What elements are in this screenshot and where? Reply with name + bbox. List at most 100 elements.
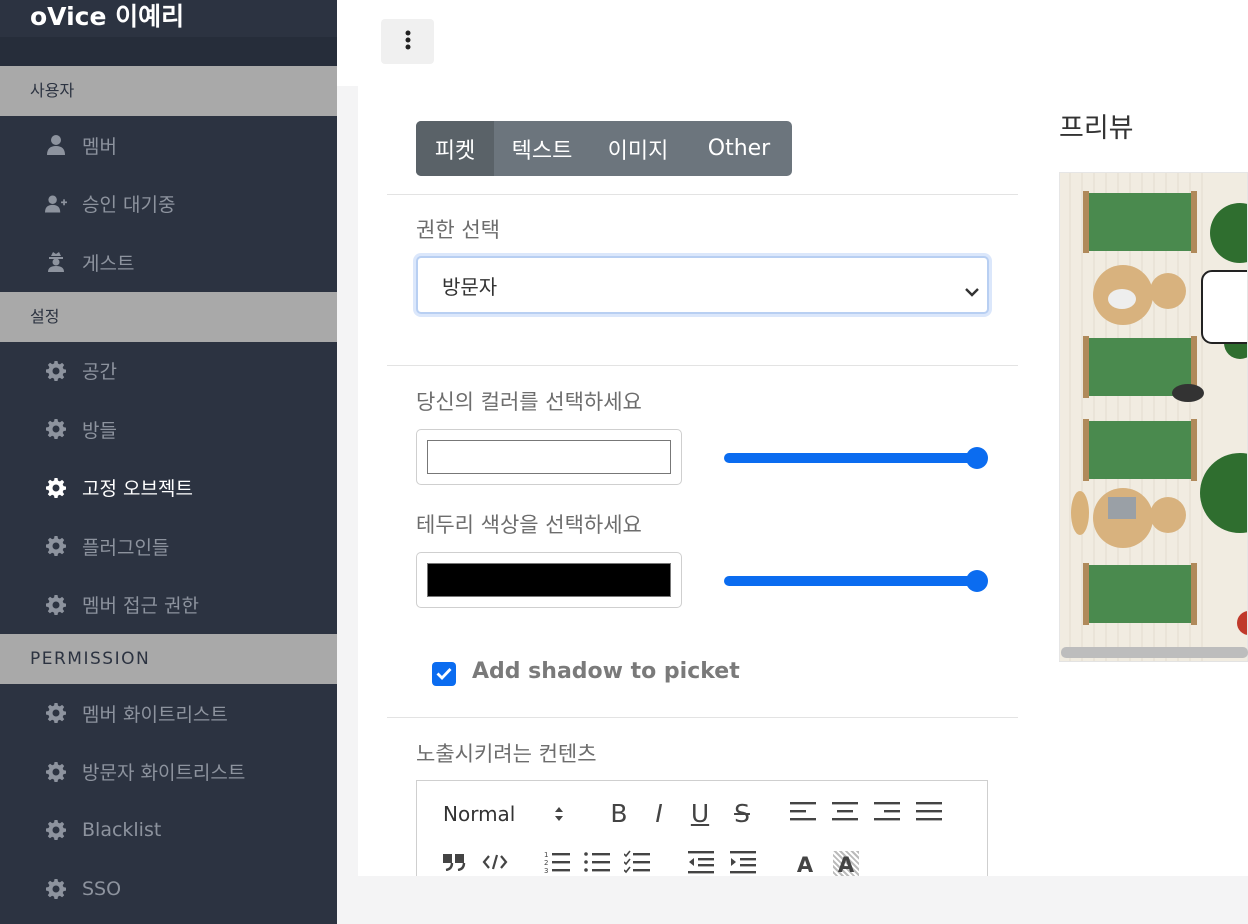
- tab-picket[interactable]: 피켓: [416, 121, 494, 176]
- sidebar-item-rooms[interactable]: 방들: [0, 400, 337, 459]
- sidebar-item-label: 게스트: [82, 252, 135, 275]
- preview-scrollbar[interactable]: [1061, 647, 1248, 658]
- content-label: 노출시키려는 컨텐츠: [416, 742, 597, 766]
- align-justify-button[interactable]: [915, 801, 943, 825]
- sidebar-item-label: 방문자 화이트리스트: [82, 762, 246, 785]
- quote-icon: [442, 853, 466, 875]
- underline-button[interactable]: U: [687, 797, 713, 829]
- gear-icon: [45, 535, 67, 557]
- border-color-picker[interactable]: [416, 552, 682, 608]
- sidebar-item-label: 승인 대기중: [82, 194, 176, 217]
- bold-button[interactable]: B: [607, 797, 631, 829]
- ordered-list-icon: 123: [544, 850, 570, 878]
- divider: [387, 717, 1018, 718]
- border-color-label: 테두리 색상을 선택하세요: [416, 513, 642, 537]
- fill-color-label: 당신의 컬러를 선택하세요: [416, 390, 642, 414]
- sidebar-item-space[interactable]: 공간: [0, 342, 337, 401]
- header-format-select[interactable]: Normal: [443, 799, 515, 829]
- vertical-dots-icon: [405, 30, 411, 54]
- text-color-icon: A: [796, 853, 814, 877]
- check-list-button[interactable]: [623, 850, 651, 878]
- more-menu-button[interactable]: [381, 19, 434, 64]
- check-list-icon: [623, 850, 650, 878]
- strike-icon: S: [734, 798, 750, 828]
- sidebar-item-label: 공간: [82, 361, 117, 384]
- svg-text:3: 3: [544, 867, 548, 874]
- outdent-icon: [688, 850, 714, 878]
- sidebar-item-label: SSO: [82, 877, 122, 900]
- section-header-permission: PERMISSION: [0, 634, 337, 684]
- preview-canvas: [1059, 172, 1248, 662]
- bullet-list-button[interactable]: [583, 851, 611, 877]
- gear-icon: [45, 819, 67, 841]
- strike-button[interactable]: S: [729, 797, 755, 829]
- align-left-icon: [790, 801, 816, 825]
- sidebar-item-guests[interactable]: 게스트: [0, 233, 337, 292]
- fill-color-swatch: [427, 440, 671, 474]
- ordered-list-button[interactable]: 123: [543, 851, 571, 877]
- gear-icon: [45, 477, 67, 499]
- sidebar-item-label: Blacklist: [82, 819, 162, 842]
- indent-icon: [730, 850, 756, 878]
- sidebar-item-plugins[interactable]: 플러그인들: [0, 517, 337, 576]
- user-plus-icon: [45, 193, 67, 215]
- align-left-button[interactable]: [789, 801, 817, 825]
- gear-icon: [45, 418, 67, 440]
- code-block-button[interactable]: [481, 853, 509, 875]
- app-title: oVice 이예리: [0, 0, 337, 37]
- top-bar: [337, 0, 1248, 86]
- align-center-button[interactable]: [831, 801, 859, 825]
- chevron-down-icon: [965, 278, 979, 302]
- sidebar-item-members[interactable]: 멤버: [0, 116, 337, 175]
- text-color-button[interactable]: A: [793, 851, 817, 879]
- section-header-settings: 설정: [0, 291, 337, 342]
- tab-image[interactable]: 이미지: [590, 121, 686, 176]
- sidebar-item-label: 플러그인들: [82, 536, 170, 559]
- bullet-list-icon: [584, 850, 610, 878]
- sidebar-item-sso[interactable]: SSO: [0, 860, 337, 919]
- gear-icon: [45, 360, 67, 382]
- section-header-users: 사용자: [0, 66, 337, 116]
- slider-thumb[interactable]: [966, 447, 988, 469]
- gear-icon: [45, 878, 67, 900]
- role-select[interactable]: 방문자: [416, 256, 989, 314]
- sidebar-item-member-whitelist[interactable]: 멤버 화이트리스트: [0, 684, 337, 743]
- fill-color-picker[interactable]: [416, 429, 682, 485]
- sidebar-item-pending[interactable]: 승인 대기중: [0, 175, 337, 234]
- fill-opacity-slider[interactable]: [724, 447, 988, 469]
- sidebar-item-label: 고정 오브젝트: [82, 478, 193, 501]
- sidebar-item-label: 방들: [82, 419, 117, 442]
- shadow-checkbox[interactable]: [432, 662, 456, 686]
- indent-button[interactable]: [729, 851, 757, 877]
- sidebar-item-label: 멤버 화이트리스트: [82, 703, 228, 726]
- tab-text[interactable]: 텍스트: [494, 121, 590, 176]
- preview-title: 프리뷰: [1059, 113, 1134, 144]
- border-color-swatch: [427, 563, 671, 597]
- border-opacity-slider[interactable]: [724, 570, 988, 592]
- object-type-tabs: 피켓 텍스트 이미지 Other: [416, 121, 792, 176]
- sidebar-item-blacklist[interactable]: Blacklist: [0, 801, 337, 860]
- align-right-icon: [874, 801, 900, 825]
- italic-button[interactable]: I: [647, 797, 671, 829]
- sidebar-item-fixed-objects[interactable]: 고정 오브젝트: [0, 459, 337, 518]
- blockquote-button[interactable]: [441, 853, 467, 875]
- sidebar-item-member-access[interactable]: 멤버 접근 권한: [0, 576, 337, 635]
- shadow-checkbox-label: Add shadow to picket: [472, 659, 740, 684]
- select-arrows-icon: [551, 801, 567, 827]
- tab-other[interactable]: Other: [686, 121, 792, 176]
- gear-icon: [45, 761, 67, 783]
- sidebar-item-visitor-whitelist[interactable]: 방문자 화이트리스트: [0, 743, 337, 802]
- align-center-icon: [832, 801, 858, 825]
- rich-text-editor: Normal B I U S 123 A A: [416, 780, 988, 879]
- underline-icon: U: [690, 798, 710, 828]
- slider-thumb[interactable]: [966, 570, 988, 592]
- role-select-value: 방문자: [442, 274, 498, 299]
- italic-icon: I: [655, 798, 663, 828]
- code-icon: [482, 853, 508, 875]
- align-right-button[interactable]: [873, 801, 901, 825]
- divider: [387, 194, 1018, 195]
- user-icon: [45, 134, 67, 156]
- outdent-button[interactable]: [687, 851, 715, 877]
- svg-text:1: 1: [544, 851, 548, 859]
- background-color-button[interactable]: A: [833, 851, 859, 879]
